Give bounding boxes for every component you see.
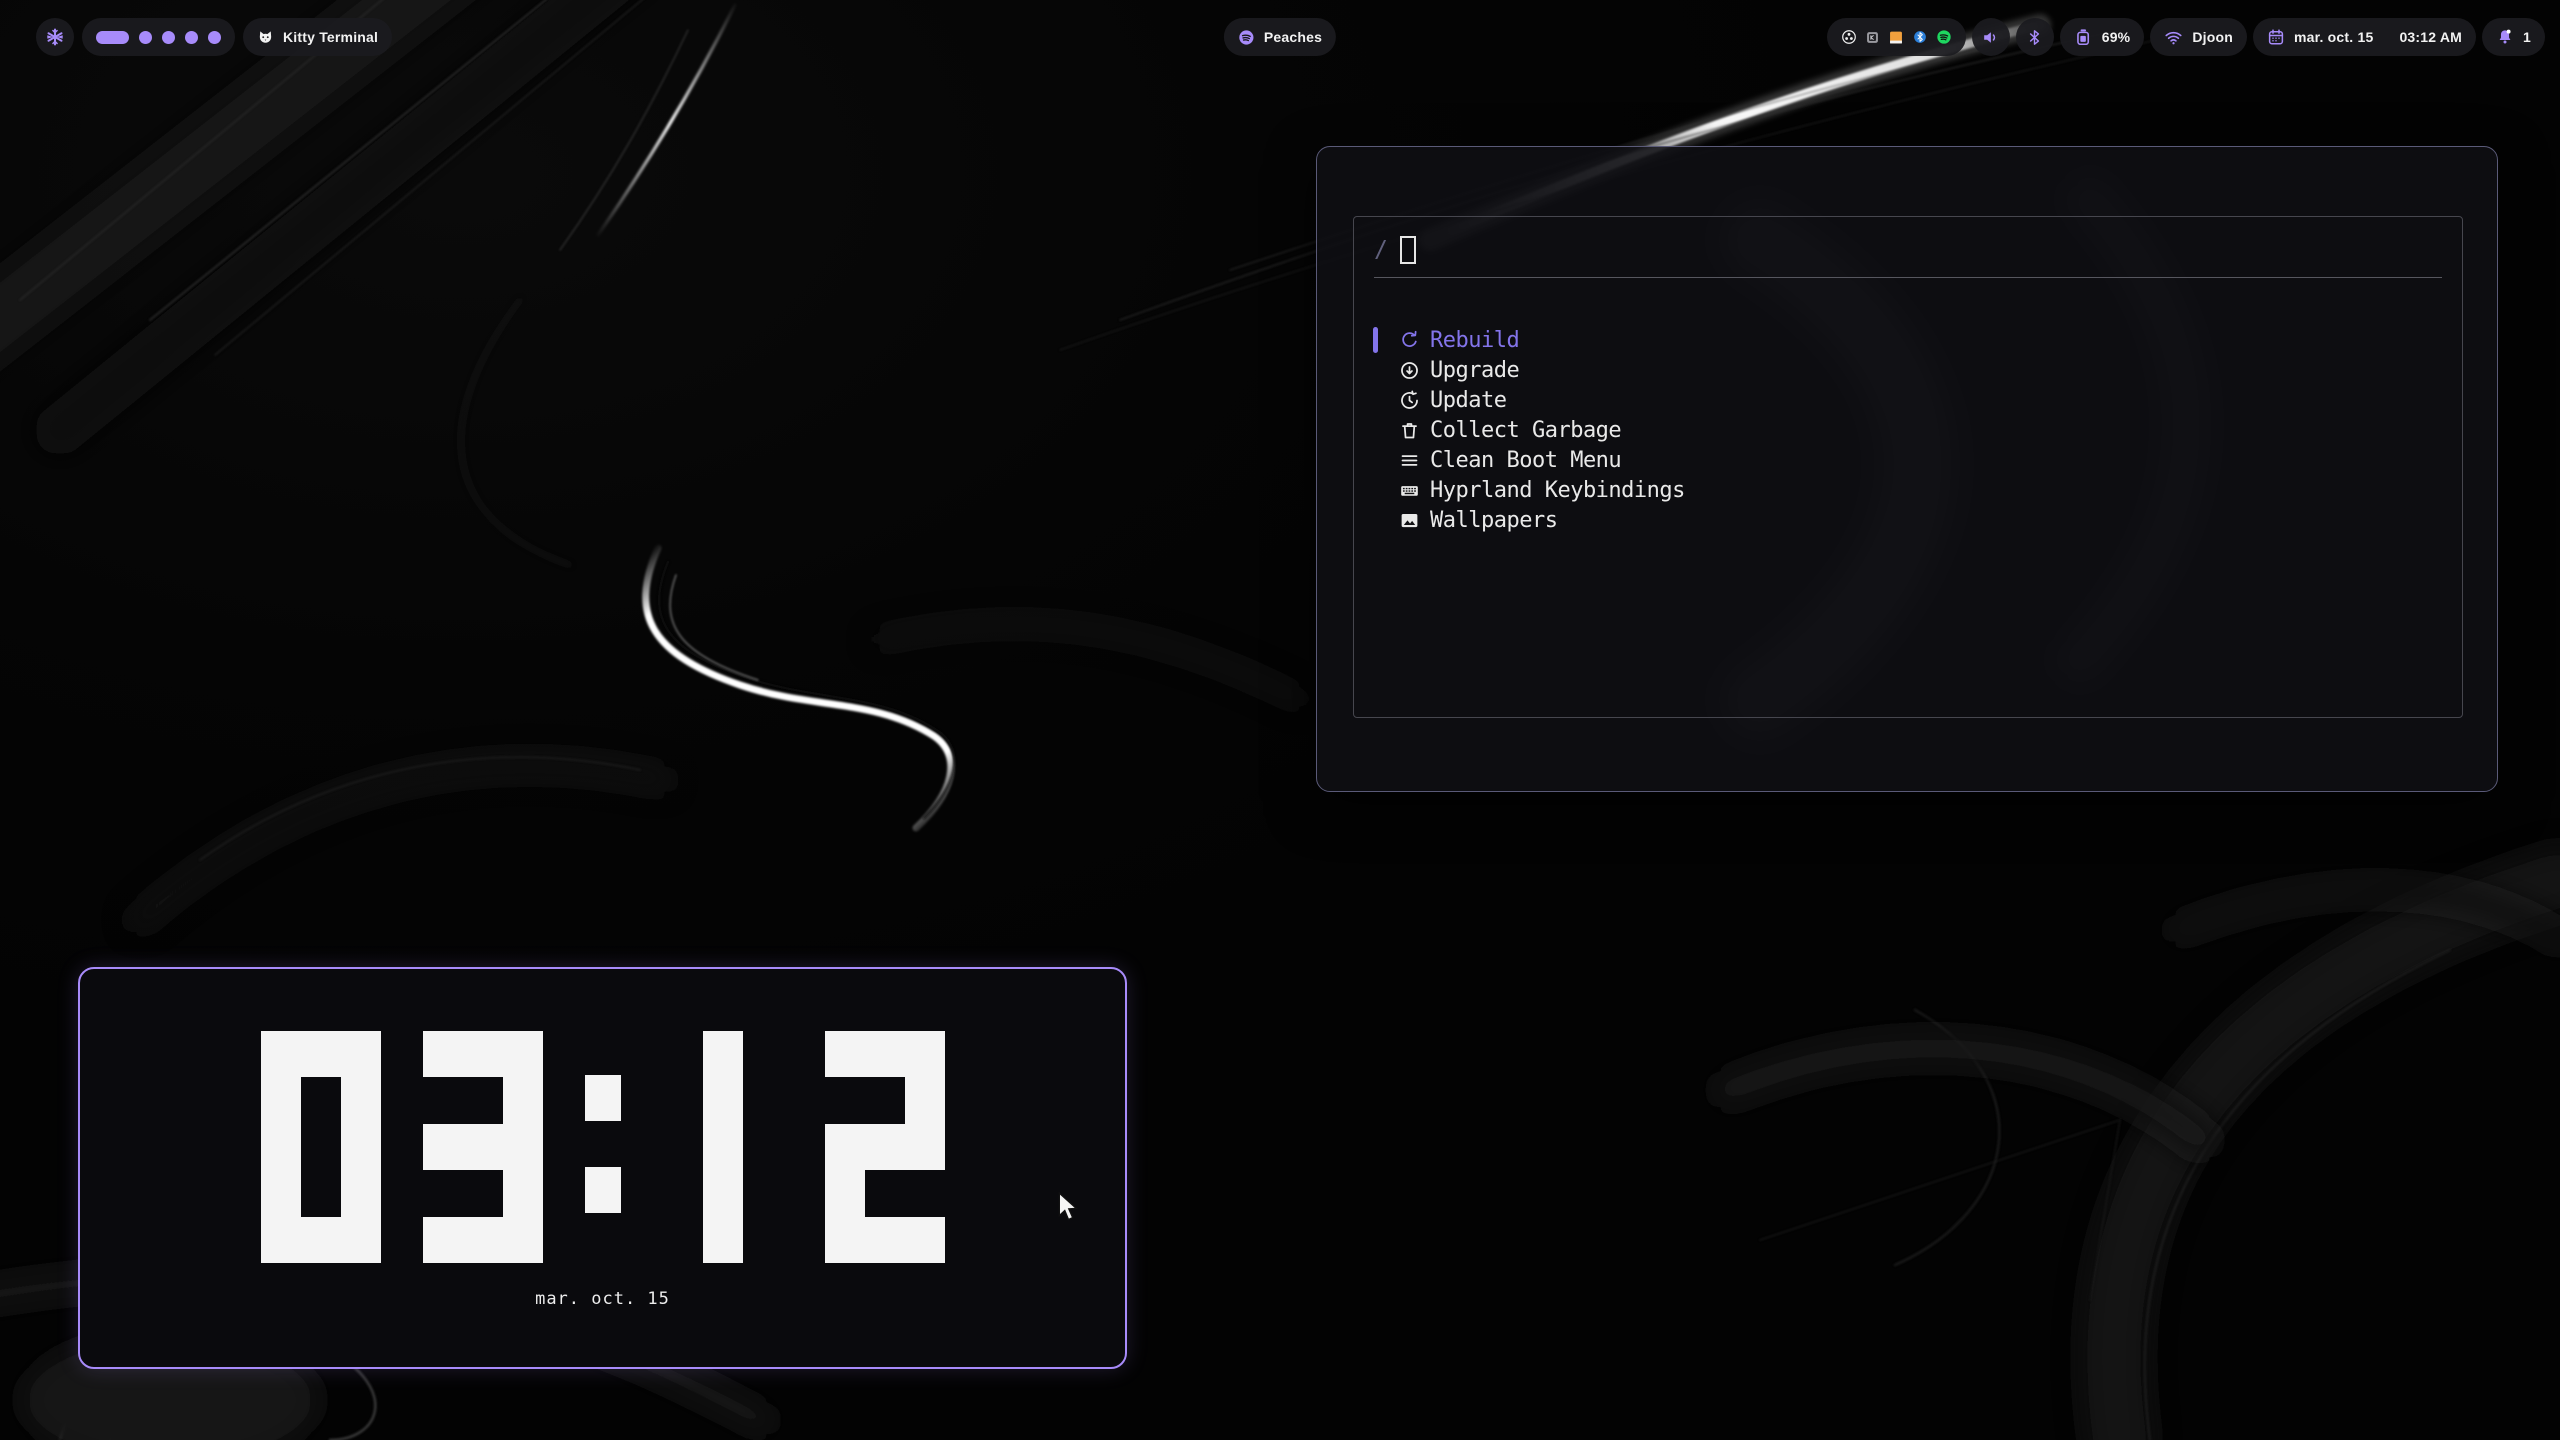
workspace-dot[interactable] bbox=[162, 31, 175, 44]
clock-digit-3 bbox=[423, 1031, 543, 1263]
spotify-icon bbox=[1238, 29, 1255, 46]
separator bbox=[1374, 277, 2442, 278]
network-pill[interactable]: Djoon bbox=[2150, 18, 2247, 56]
tray-pill bbox=[1827, 18, 1966, 56]
menu-item[interactable]: Collect Garbage bbox=[1354, 415, 2462, 445]
bar-time: 03:12 AM bbox=[2399, 29, 2462, 45]
refresh-icon bbox=[1399, 330, 1420, 351]
workspace-dot[interactable] bbox=[185, 31, 198, 44]
notifications-pill[interactable]: 1 bbox=[2482, 18, 2545, 56]
active-window-title: Kitty Terminal bbox=[283, 29, 378, 45]
now-playing-pill[interactable]: Peaches bbox=[1224, 18, 1336, 56]
workspace-active[interactable] bbox=[96, 31, 129, 44]
battery-percent: 69% bbox=[2102, 29, 2131, 45]
launcher-button[interactable] bbox=[36, 18, 74, 56]
clock-date: mar. oct. 15 bbox=[535, 1289, 670, 1309]
workspace-dot[interactable] bbox=[139, 31, 152, 44]
bluetooth-button[interactable] bbox=[2016, 18, 2054, 56]
clock-colon bbox=[585, 1031, 621, 1263]
clock-digit-1 bbox=[663, 1031, 783, 1263]
clock-widget: mar. oct. 15 bbox=[78, 967, 1127, 1369]
keyboard-icon bbox=[1399, 480, 1420, 501]
obs-icon[interactable] bbox=[1841, 29, 1857, 45]
notification-count: 1 bbox=[2523, 29, 2531, 45]
datetime-pill[interactable]: mar. oct. 15 03:12 AM bbox=[2253, 18, 2476, 56]
calendar-icon bbox=[2267, 28, 2285, 46]
volume-button[interactable] bbox=[1972, 18, 2010, 56]
update-clock-icon bbox=[1399, 390, 1420, 411]
search-prompt: / bbox=[1374, 237, 1388, 263]
top-bar: Kitty Terminal Peaches bbox=[0, 0, 2560, 74]
selection-indicator-bar bbox=[1373, 327, 1378, 353]
nix-menu-window: / Rebuild Upgrade Update Collect Garbage bbox=[1316, 146, 2498, 792]
active-window-pill[interactable]: Kitty Terminal bbox=[243, 18, 392, 56]
clock-digit-2 bbox=[825, 1031, 945, 1263]
clock-digits bbox=[261, 1031, 945, 1263]
speaker-icon bbox=[1981, 28, 2000, 47]
workspaces-pill bbox=[82, 18, 235, 56]
cat-icon bbox=[257, 29, 274, 46]
menu-item[interactable]: Upgrade bbox=[1354, 355, 2462, 385]
workspaces bbox=[96, 31, 221, 44]
menu-item[interactable]: Clean Boot Menu bbox=[1354, 445, 2462, 475]
menu-panel: / Rebuild Upgrade Update Collect Garbage bbox=[1353, 216, 2463, 718]
menu-item[interactable]: Hyprland Keybindings bbox=[1354, 475, 2462, 505]
wifi-icon bbox=[2164, 28, 2183, 47]
nix-snowflake-icon bbox=[45, 27, 65, 47]
menu-item[interactable]: Rebuild bbox=[1354, 325, 2462, 355]
search-row[interactable]: / bbox=[1354, 217, 2462, 264]
clock-digit-0 bbox=[261, 1031, 381, 1263]
desktop: Kitty Terminal Peaches bbox=[0, 0, 2560, 1440]
text-cursor bbox=[1400, 236, 1416, 264]
download-circle-icon bbox=[1399, 360, 1420, 381]
orange-app-icon[interactable] bbox=[1888, 30, 1904, 45]
mouse-cursor bbox=[1056, 1192, 1082, 1227]
menu-item[interactable]: Wallpapers bbox=[1354, 505, 2462, 535]
bell-icon bbox=[2496, 28, 2514, 46]
battery-icon bbox=[2074, 28, 2093, 47]
workspace-dot[interactable] bbox=[208, 31, 221, 44]
image-icon bbox=[1399, 510, 1420, 531]
network-ssid: Djoon bbox=[2192, 29, 2233, 45]
keepassxc-icon[interactable] bbox=[1866, 31, 1879, 44]
now-playing-title: Peaches bbox=[1264, 29, 1322, 45]
battery-pill[interactable]: 69% bbox=[2060, 18, 2145, 56]
bluetooth-icon bbox=[2026, 29, 2043, 46]
spotify-tray-icon[interactable] bbox=[1936, 29, 1952, 45]
bar-date: mar. oct. 15 bbox=[2294, 29, 2373, 45]
menu-list: Rebuild Upgrade Update Collect Garbage C… bbox=[1354, 325, 2462, 535]
list-icon bbox=[1399, 450, 1420, 471]
bluetooth-tray-icon[interactable] bbox=[1913, 30, 1927, 44]
trash-icon bbox=[1399, 420, 1420, 441]
menu-item[interactable]: Update bbox=[1354, 385, 2462, 415]
